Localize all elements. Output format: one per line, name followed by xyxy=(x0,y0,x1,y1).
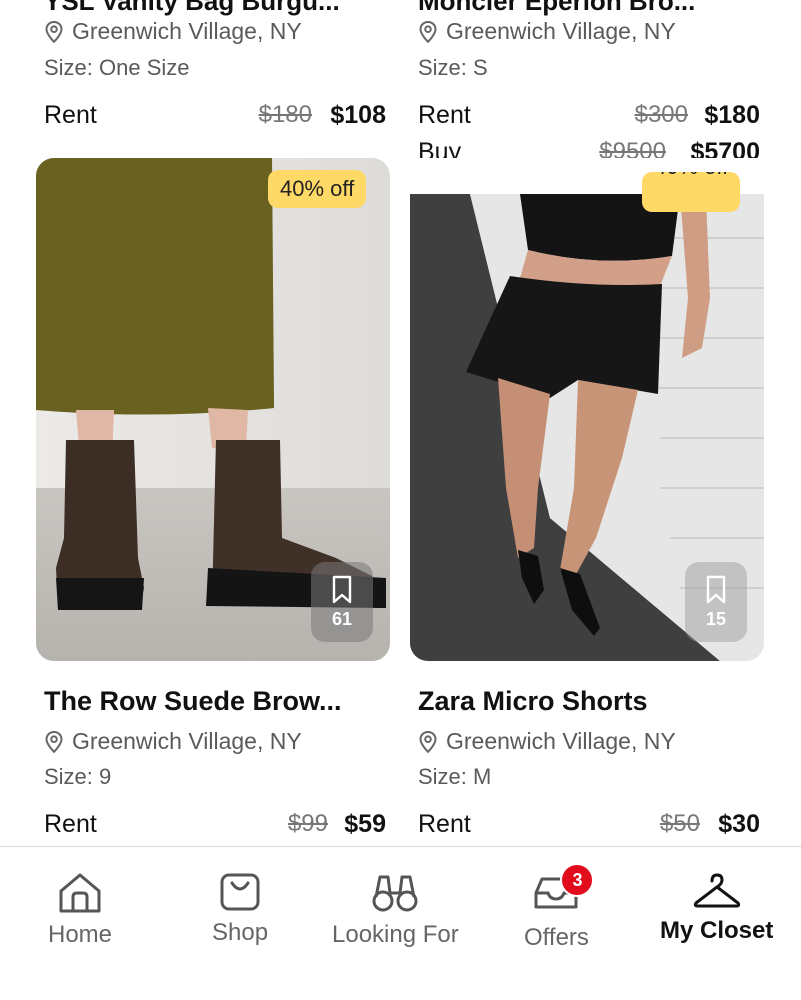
nav-home[interactable]: Home xyxy=(48,871,112,949)
location-pin-icon xyxy=(419,730,437,753)
item-title: YSL Vanity Bag Burgu... xyxy=(44,0,340,16)
bookmark-icon xyxy=(706,575,726,603)
location: Greenwich Village, NY xyxy=(44,18,302,45)
nav-my-closet-label: My Closet xyxy=(660,917,774,944)
location-pin-icon xyxy=(419,20,437,43)
location: Greenwich Village, NY xyxy=(44,728,302,755)
item-size: Size: S xyxy=(418,55,488,80)
bottom-nav: Home Shop Looking For 3 Offers My Closet xyxy=(0,846,801,1000)
sale-price: $180 xyxy=(704,101,760,129)
original-price: $180 xyxy=(258,101,312,128)
location-text: Greenwich Village, NY xyxy=(446,18,676,44)
price-label: Rent xyxy=(44,101,97,129)
location-pin-icon xyxy=(45,20,63,43)
save-count: 61 xyxy=(331,608,353,629)
item-title: Moncler Eperlon Bro... xyxy=(418,0,696,16)
nav-shop-label: Shop xyxy=(212,919,269,946)
save-button[interactable]: 61 xyxy=(311,562,373,642)
notification-badge: 3 xyxy=(560,863,595,897)
location: Greenwich Village, NY xyxy=(418,728,676,755)
original-price: $50 xyxy=(659,810,700,837)
shopping-bag-icon xyxy=(220,873,260,911)
location-pin-icon xyxy=(45,730,63,753)
item-title: The Row Suede Brow... xyxy=(44,686,342,716)
location-text: Greenwich Village, NY xyxy=(72,18,302,44)
item-title: Zara Micro Shorts xyxy=(418,686,648,716)
nav-looking-for[interactable]: Looking For xyxy=(332,871,459,949)
location: Greenwich Village, NY xyxy=(418,18,676,45)
original-price: $99 xyxy=(287,810,328,837)
nav-looking-for-label: Looking For xyxy=(332,921,459,948)
price-label: Rent xyxy=(418,101,471,129)
item-size: Size: 9 xyxy=(44,764,112,789)
original-price: $300 xyxy=(634,101,688,128)
save-button[interactable]: 15 xyxy=(685,562,747,642)
nav-offers[interactable]: 3 Offers xyxy=(524,863,595,952)
location-text: Greenwich Village, NY xyxy=(446,728,676,754)
price-label: Rent xyxy=(44,810,97,838)
bookmark-icon xyxy=(332,575,352,603)
discount-badge-text: 40% off xyxy=(654,172,728,180)
discount-badge: 40% off xyxy=(268,170,367,208)
discount-badge-partial: 40% off xyxy=(642,172,741,212)
hanger-icon xyxy=(693,873,740,908)
sale-price: $30 xyxy=(718,810,760,838)
nav-shop[interactable]: Shop xyxy=(212,871,268,947)
binoculars-icon xyxy=(372,875,418,912)
home-icon xyxy=(59,873,101,913)
sale-price: $108 xyxy=(330,101,386,129)
save-count: 15 xyxy=(705,608,727,629)
price-label: Rent xyxy=(418,810,471,838)
sale-price: $59 xyxy=(344,810,386,838)
nav-my-closet[interactable]: My Closet xyxy=(660,871,773,945)
nav-offers-label: Offers xyxy=(524,924,589,951)
item-size: Size: One Size xyxy=(44,55,190,80)
item-size: Size: M xyxy=(418,764,492,789)
nav-home-label: Home xyxy=(48,921,113,948)
location-text: Greenwich Village, NY xyxy=(72,728,302,754)
